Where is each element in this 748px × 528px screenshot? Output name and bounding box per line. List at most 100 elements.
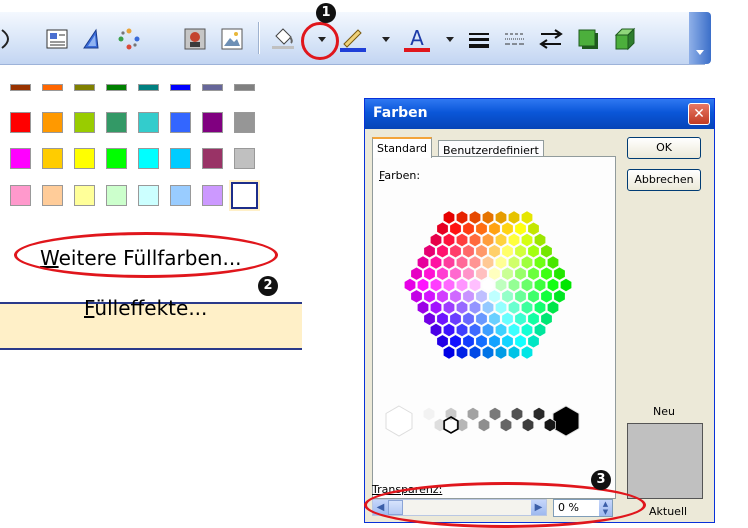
close-icon[interactable]: ✕	[688, 103, 710, 125]
hex-color-cell[interactable]	[469, 300, 481, 315]
hex-color-cell[interactable]	[540, 311, 553, 326]
color-swatch[interactable]	[170, 185, 191, 206]
hex-color-cell[interactable]	[560, 278, 572, 292]
hex-color-cell[interactable]	[410, 289, 423, 304]
hex-color-cell[interactable]	[449, 266, 462, 281]
color-swatch[interactable]	[10, 185, 31, 206]
arrow-style-icon[interactable]	[538, 26, 564, 52]
ok-button[interactable]: OK	[627, 137, 701, 159]
hex-color-cell[interactable]	[462, 266, 475, 281]
hex-color-cell[interactable]	[469, 255, 481, 270]
hex-color-cell[interactable]	[423, 244, 436, 259]
hex-color-cell[interactable]	[501, 244, 514, 259]
hex-color-cell[interactable]	[475, 334, 488, 349]
hex-color-cell[interactable]	[495, 323, 507, 337]
hex-color-cell[interactable]	[488, 221, 501, 236]
color-swatch[interactable]	[106, 84, 127, 91]
color-swatch[interactable]	[234, 112, 255, 133]
hex-color-cell[interactable]	[534, 255, 546, 270]
dash-style-icon[interactable]	[502, 26, 528, 52]
hex-color-cell[interactable]	[501, 289, 514, 304]
hex-color-cell[interactable]	[508, 323, 520, 337]
hex-color-cell[interactable]	[547, 300, 559, 315]
hex-color-cell[interactable]	[429, 323, 442, 337]
hex-color-cell[interactable]	[540, 289, 553, 304]
hex-color-cell[interactable]	[482, 345, 494, 360]
hex-color-cell[interactable]	[495, 278, 507, 292]
hex-color-cell[interactable]	[482, 233, 494, 247]
color-swatch[interactable]	[42, 148, 63, 169]
color-swatch[interactable]	[74, 148, 95, 169]
hex-color-cell[interactable]	[527, 244, 540, 259]
gray-hex-cell[interactable]	[422, 407, 436, 421]
hex-color-cell[interactable]	[482, 210, 494, 225]
hex-color-cell[interactable]	[501, 221, 514, 236]
font-color-dropdown-icon[interactable]	[446, 37, 454, 42]
color-swatch[interactable]	[202, 84, 223, 91]
hex-color-cell[interactable]	[469, 233, 481, 247]
hex-color-cell[interactable]	[501, 334, 514, 349]
hex-color-cell[interactable]	[436, 311, 449, 326]
color-swatch[interactable]	[74, 112, 95, 133]
color-swatch[interactable]	[10, 148, 31, 169]
hex-color-cell[interactable]	[482, 278, 494, 292]
hex-color-cell[interactable]	[482, 255, 494, 270]
hex-color-cell[interactable]	[429, 278, 442, 292]
color-swatch[interactable]	[202, 112, 223, 133]
hex-color-cell[interactable]	[443, 278, 455, 292]
hex-color-cell[interactable]	[456, 345, 468, 360]
hex-color-cell[interactable]	[527, 221, 540, 236]
hex-color-cell[interactable]	[534, 278, 546, 292]
hex-color-cell[interactable]	[475, 244, 488, 259]
hex-color-cell[interactable]	[488, 311, 501, 326]
hex-color-cell[interactable]	[475, 289, 488, 304]
hex-color-cell[interactable]	[456, 233, 468, 247]
black-hex-cell[interactable]	[552, 405, 580, 437]
clipart-icon[interactable]	[182, 26, 208, 52]
color-hexagon-picker[interactable]	[373, 181, 613, 441]
color-swatch[interactable]	[74, 84, 95, 91]
hex-color-cell[interactable]	[456, 323, 468, 337]
hex-color-cell[interactable]	[443, 233, 455, 247]
picture-icon[interactable]	[219, 26, 245, 52]
hex-color-cell[interactable]	[508, 210, 520, 225]
hex-color-cell[interactable]	[443, 345, 455, 360]
color-swatch[interactable]	[138, 148, 159, 169]
hex-color-cell[interactable]	[534, 323, 546, 337]
hex-color-cell[interactable]	[508, 255, 520, 270]
hex-color-cell[interactable]	[449, 244, 462, 259]
hex-color-cell[interactable]	[495, 300, 507, 315]
gray-hex-cell[interactable]	[533, 407, 545, 421]
hex-color-cell[interactable]	[443, 210, 455, 225]
hex-color-cell[interactable]	[553, 289, 566, 304]
hex-color-cell[interactable]	[488, 334, 501, 349]
shadow-style-icon[interactable]	[575, 26, 601, 52]
hex-color-cell[interactable]	[469, 278, 481, 292]
hex-color-cell[interactable]	[462, 311, 475, 326]
hex-color-cell[interactable]	[469, 323, 481, 337]
color-swatch[interactable]	[106, 185, 127, 206]
hex-color-cell[interactable]	[482, 323, 494, 337]
hex-color-cell[interactable]	[462, 221, 475, 236]
color-swatch[interactable]	[234, 84, 255, 91]
line-style-icon[interactable]	[466, 26, 492, 52]
hex-color-cell[interactable]	[501, 311, 514, 326]
hex-color-cell[interactable]	[540, 266, 553, 281]
3d-style-icon[interactable]	[611, 26, 637, 52]
hex-color-cell[interactable]	[436, 221, 449, 236]
color-swatch[interactable]	[42, 185, 63, 206]
hex-color-cell[interactable]	[423, 266, 436, 281]
hex-color-cell[interactable]	[501, 266, 514, 281]
hex-color-cell[interactable]	[449, 334, 462, 349]
hex-color-cell[interactable]	[429, 300, 442, 315]
hex-color-cell[interactable]	[449, 311, 462, 326]
color-swatch[interactable]	[170, 84, 191, 91]
hex-color-cell[interactable]	[521, 210, 533, 225]
color-swatch[interactable]	[202, 185, 223, 206]
hex-color-cell[interactable]	[534, 300, 546, 315]
hex-color-cell[interactable]	[495, 255, 507, 270]
hex-color-cell[interactable]	[423, 311, 436, 326]
hex-color-cell[interactable]	[521, 345, 533, 360]
hex-color-cell[interactable]	[475, 311, 488, 326]
hex-color-cell[interactable]	[410, 266, 423, 281]
